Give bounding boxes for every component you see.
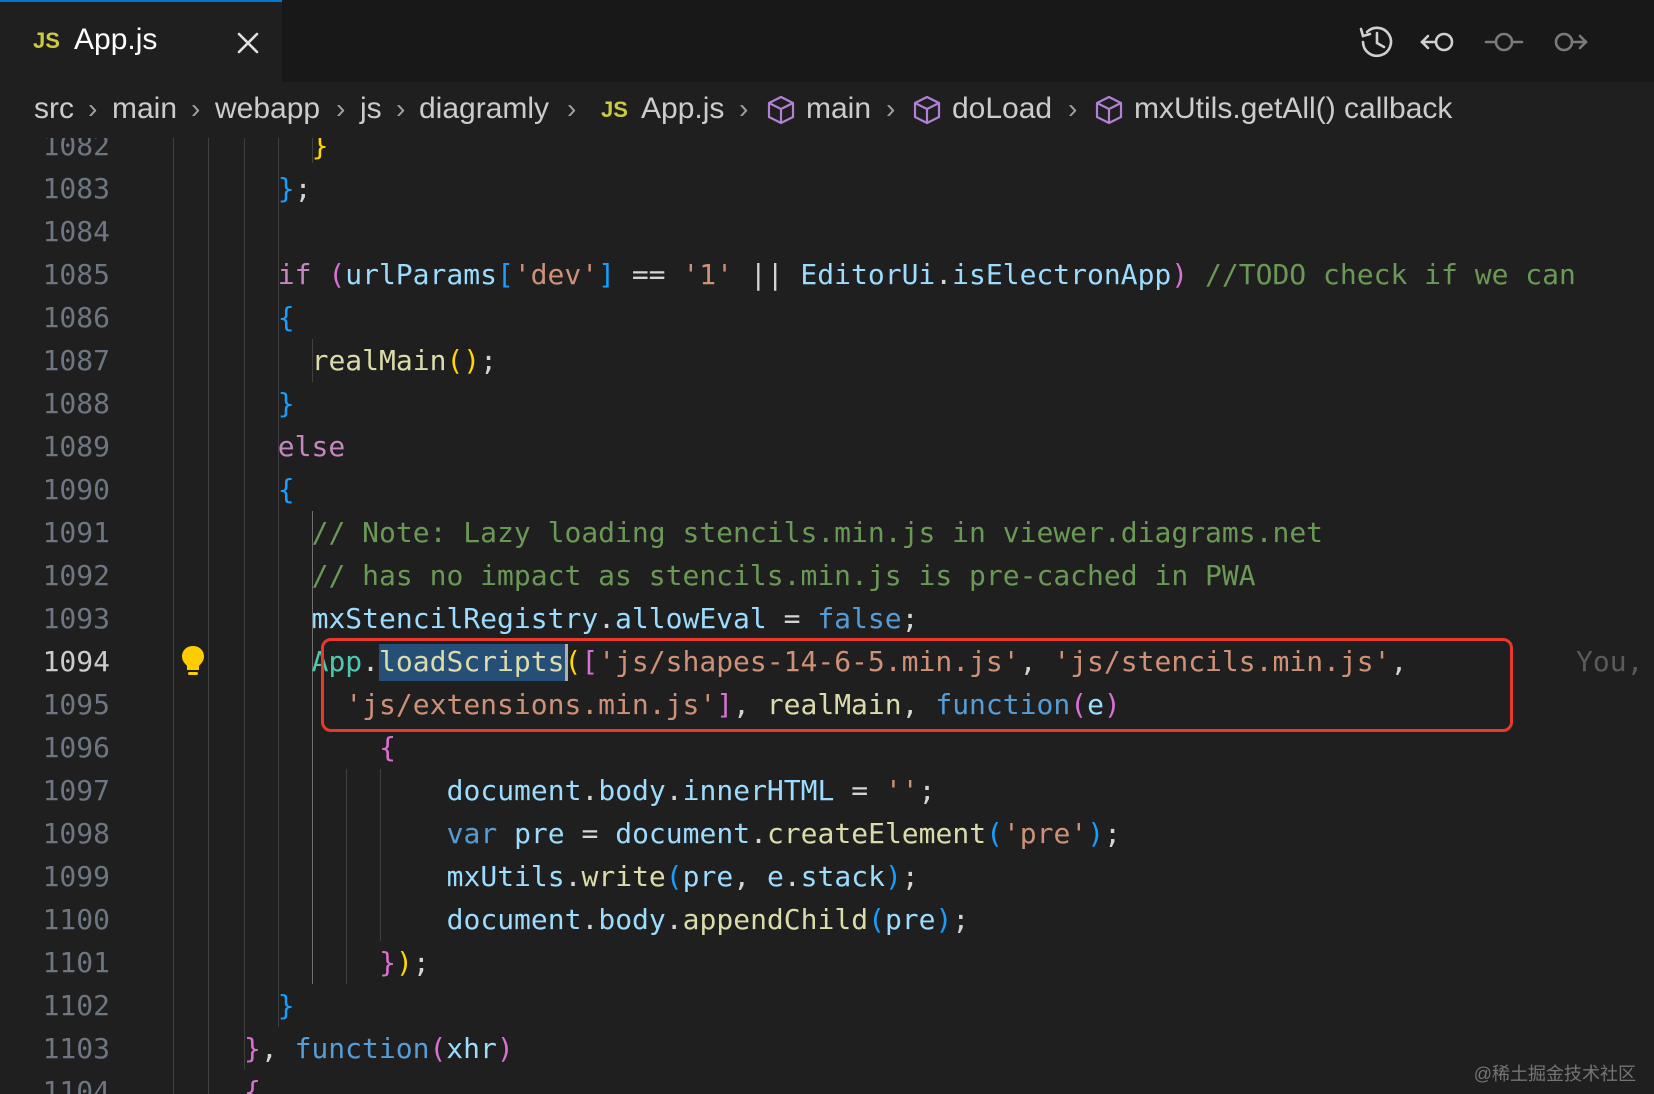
code-line: { <box>277 301 295 334</box>
indent-guide <box>173 138 174 1094</box>
code-line: { <box>379 731 396 764</box>
code-line: { <box>277 473 295 506</box>
code-line: }; <box>277 172 312 205</box>
line-number: 1094 <box>42 645 110 678</box>
line-number: 1086 <box>42 301 110 334</box>
line-number: 1093 <box>42 602 110 635</box>
line-number: 1089 <box>42 430 110 463</box>
js-file-icon: JS <box>601 97 628 122</box>
breadcrumb-item-callback[interactable]: mxUtils.getAll() callback <box>1134 90 1452 128</box>
chevron-right-icon: › <box>191 93 201 124</box>
code-line: } <box>277 387 295 420</box>
symbol-method-icon <box>767 95 795 125</box>
breadcrumb-item-src[interactable]: src <box>34 90 74 128</box>
code-line: mxStencilRegistry.allowEval = false; <box>311 602 919 635</box>
line-number: 1082 <box>42 138 110 162</box>
lightbulb-icon[interactable] <box>180 644 206 683</box>
line-number: 1085 <box>42 258 110 291</box>
git-blame-annotation: You, <box>1576 645 1644 678</box>
line-number: 1090 <box>42 473 110 506</box>
code-line: // Note: Lazy loading stencils.min.js in… <box>311 516 1324 549</box>
breadcrumb-item-js[interactable]: js <box>360 90 382 128</box>
next-change-icon[interactable] <box>1546 20 1590 64</box>
line-number: 1096 <box>42 731 110 764</box>
watermark: @稀土掘金技术社区 <box>1473 1064 1636 1084</box>
line-number: 1103 <box>42 1032 110 1065</box>
chevron-right-icon: › <box>1068 93 1078 124</box>
line-number: 1098 <box>42 817 110 850</box>
line-number: 1091 <box>42 516 110 549</box>
breadcrumb-item-app-js[interactable]: App.js <box>641 90 724 128</box>
line-number: 1083 <box>42 172 110 205</box>
breadcrumb-item-doload[interactable]: doLoad <box>952 90 1052 128</box>
line-number: 1101 <box>42 946 110 979</box>
editor-tab-bar: JS App.js <box>0 0 1654 82</box>
code-editor[interactable]: 1082 1083 1084 1085 1086 1087 1088 1089 1090 1091… <box>0 138 1654 1094</box>
js-file-icon: JS <box>33 28 60 53</box>
code-line: else <box>277 430 346 463</box>
chevron-right-icon: › <box>336 93 346 124</box>
highlight-annotation-box <box>321 638 1513 732</box>
indent-guide <box>208 138 209 1094</box>
line-number: 1097 <box>42 774 110 807</box>
code-line: mxUtils.write(pre, e.stack); <box>446 860 919 893</box>
timeline-history-icon[interactable] <box>1354 20 1398 64</box>
chevron-right-icon: › <box>88 93 98 124</box>
code-line: if (urlParams['dev'] == '1' || EditorUi.… <box>277 258 1576 291</box>
code-line: document.body.appendChild(pre); <box>446 903 970 936</box>
line-number: 1087 <box>42 344 110 377</box>
code-line: }, function(xhr) <box>244 1032 514 1065</box>
line-number: 1095 <box>42 688 110 721</box>
line-number: 1099 <box>42 860 110 893</box>
line-number: 1104 <box>42 1075 110 1094</box>
breadcrumb-item-webapp[interactable]: webapp <box>215 90 320 128</box>
commit-icon[interactable] <box>1482 20 1526 64</box>
breadcrumb-item-main-function[interactable]: main <box>806 90 871 128</box>
tab-app-js[interactable]: JS App.js <box>0 0 282 82</box>
previous-change-icon[interactable] <box>1418 20 1462 64</box>
chevron-right-icon: › <box>886 93 896 124</box>
tab-title: App.js <box>74 23 158 56</box>
code-line: var pre = document.createElement('pre'); <box>446 817 1121 850</box>
code-line: } <box>311 138 329 162</box>
code-line: } <box>277 989 295 1022</box>
line-number: 1088 <box>42 387 110 420</box>
symbol-method-icon <box>1095 95 1123 125</box>
close-icon[interactable] <box>233 28 263 58</box>
indent-guide <box>244 138 245 1070</box>
code-line: { <box>244 1075 261 1094</box>
breadcrumb-item-diagramly[interactable]: diagramly <box>419 90 549 128</box>
symbol-method-icon <box>913 95 941 125</box>
code-line: document.body.innerHTML = ''; <box>446 774 936 807</box>
line-number: 1102 <box>42 989 110 1022</box>
chevron-right-icon: › <box>739 93 749 124</box>
code-line: // has no impact as stencils.min.js is p… <box>311 559 1256 592</box>
code-line: }); <box>379 946 430 979</box>
code-line: realMain(); <box>311 344 498 377</box>
chevron-right-icon: › <box>567 93 577 124</box>
line-number: 1100 <box>42 903 110 936</box>
line-number: 1084 <box>42 215 110 248</box>
breadcrumb: src › main › webapp › js › diagramly › J… <box>0 82 1654 138</box>
breadcrumb-item-main[interactable]: main <box>112 90 177 128</box>
line-number: 1092 <box>42 559 110 592</box>
chevron-right-icon: › <box>396 93 406 124</box>
